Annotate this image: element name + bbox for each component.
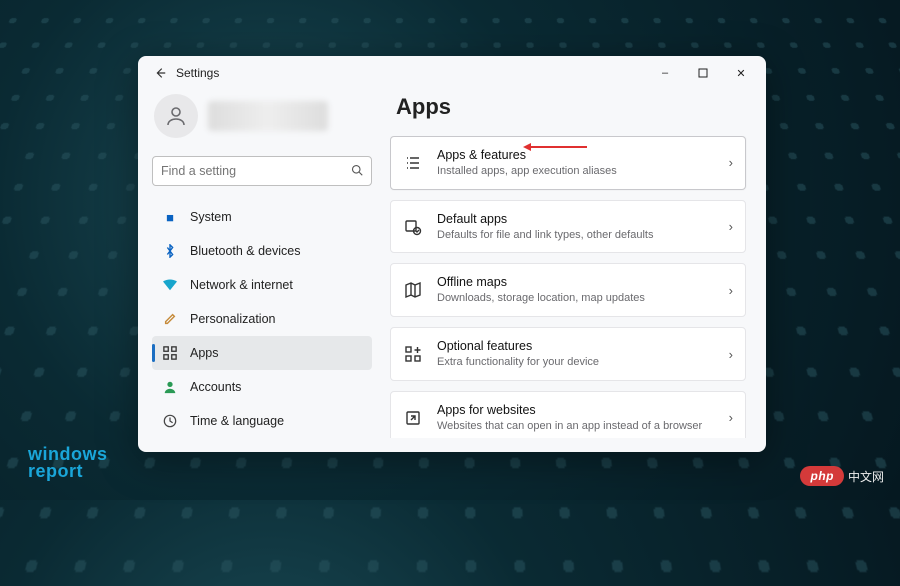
user-profile[interactable] — [152, 90, 372, 146]
sidebar-item-time[interactable]: Time & language — [152, 404, 372, 438]
search-icon — [351, 164, 363, 179]
chevron-right-icon: › — [729, 283, 733, 298]
card-title: Offline maps — [437, 274, 645, 291]
maximize-button[interactable] — [686, 59, 720, 87]
open-external-icon — [403, 408, 423, 428]
wifi-icon — [162, 277, 178, 293]
content-area: Apps Apps & features Installed apps, app… — [390, 90, 752, 438]
user-name-redacted — [208, 101, 328, 131]
card-title: Optional features — [437, 338, 599, 355]
sidebar: ■ System Bluetooth & devices Network & i… — [152, 90, 372, 438]
sidebar-item-system[interactable]: ■ System — [152, 200, 372, 234]
watermark-windows-report: windows report — [28, 446, 108, 480]
chevron-right-icon: › — [729, 347, 733, 362]
sidebar-item-label: Time & language — [190, 414, 284, 428]
card-title: Apps for websites — [437, 402, 702, 419]
card-subtitle: Defaults for file and link types, other … — [437, 228, 653, 243]
apps-icon — [162, 345, 178, 361]
sidebar-item-label: System — [190, 210, 232, 224]
card-apps-features[interactable]: Apps & features Installed apps, app exec… — [390, 136, 746, 190]
back-button[interactable] — [146, 59, 174, 87]
window-controls: – ✕ — [648, 59, 758, 87]
sidebar-item-apps[interactable]: Apps — [152, 336, 372, 370]
account-icon — [162, 379, 178, 395]
page-title: Apps — [390, 90, 752, 124]
default-apps-icon — [403, 217, 423, 237]
chevron-right-icon: › — [729, 155, 733, 170]
search-input[interactable] — [161, 164, 351, 178]
brush-icon — [162, 311, 178, 327]
watermark-php-cn: php 中文网 — [800, 466, 884, 486]
card-subtitle: Websites that can open in an app instead… — [437, 419, 702, 434]
sidebar-item-accounts[interactable]: Accounts — [152, 370, 372, 404]
monitor-icon: ■ — [162, 209, 178, 225]
sidebar-item-network[interactable]: Network & internet — [152, 268, 372, 302]
card-subtitle: Extra functionality for your device — [437, 355, 599, 370]
maximize-icon — [698, 68, 708, 78]
sidebar-item-bluetooth[interactable]: Bluetooth & devices — [152, 234, 372, 268]
php-cn-text: 中文网 — [848, 468, 884, 485]
settings-window: Settings – ✕ — [138, 56, 766, 452]
settings-cards-list[interactable]: Apps & features Installed apps, app exec… — [390, 136, 752, 438]
sidebar-item-label: Network & internet — [190, 278, 293, 292]
card-apps-websites[interactable]: Apps for websites Websites that can open… — [390, 391, 746, 438]
card-optional-features[interactable]: Optional features Extra functionality fo… — [390, 327, 746, 381]
sidebar-item-label: Apps — [190, 346, 219, 360]
card-offline-maps[interactable]: Offline maps Downloads, storage location… — [390, 263, 746, 317]
annotation-arrow — [523, 143, 587, 151]
php-badge: php — [800, 466, 844, 486]
search-box[interactable] — [152, 156, 372, 186]
sidebar-item-label: Personalization — [190, 312, 275, 326]
map-icon — [403, 280, 423, 300]
sidebar-item-label: Accounts — [190, 380, 241, 394]
list-icon — [403, 153, 423, 173]
card-title: Default apps — [437, 211, 653, 228]
sidebar-item-label: Bluetooth & devices — [190, 244, 301, 258]
card-subtitle: Installed apps, app execution aliases — [437, 164, 617, 179]
card-subtitle: Downloads, storage location, map updates — [437, 291, 645, 306]
clock-icon — [162, 413, 178, 429]
nav-list: ■ System Bluetooth & devices Network & i… — [152, 200, 372, 438]
chevron-right-icon: › — [729, 410, 733, 425]
minimize-button[interactable]: – — [648, 59, 682, 87]
card-default-apps[interactable]: Default apps Defaults for file and link … — [390, 200, 746, 254]
chevron-right-icon: › — [729, 219, 733, 234]
close-button[interactable]: ✕ — [724, 59, 758, 87]
person-icon — [164, 104, 188, 128]
window-title: Settings — [176, 66, 219, 80]
sidebar-item-personalization[interactable]: Personalization — [152, 302, 372, 336]
avatar — [154, 94, 198, 138]
back-arrow-icon — [153, 66, 167, 80]
plus-grid-icon — [403, 344, 423, 364]
titlebar: Settings – ✕ — [138, 56, 766, 90]
bluetooth-icon — [162, 243, 178, 259]
